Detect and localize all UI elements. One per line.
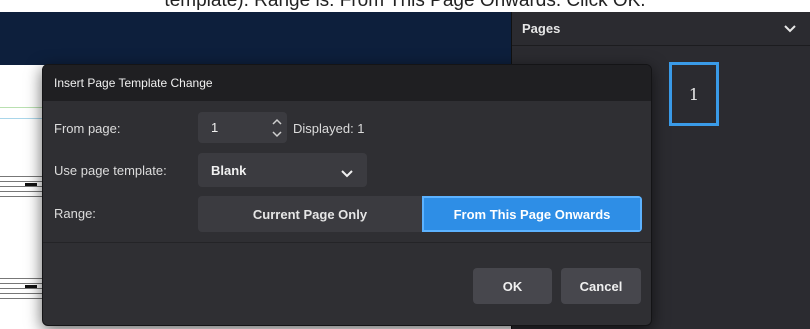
- spin-down-icon[interactable]: [271, 128, 283, 140]
- dialog-divider: [43, 242, 651, 243]
- instruction-text: template). Range is: From This Page Onwa…: [164, 0, 646, 11]
- page-thumbnail[interactable]: 1: [669, 62, 719, 126]
- dialog-title: Insert Page Template Change: [54, 76, 213, 90]
- document-header: [0, 12, 511, 65]
- from-page-label: From page:: [54, 121, 121, 136]
- use-page-template-label: Use page template:: [54, 163, 167, 178]
- cancel-button[interactable]: Cancel: [561, 268, 641, 304]
- range-current-page-only-button[interactable]: Current Page Only: [198, 196, 422, 232]
- displayed-page-text: Displayed: 1: [293, 121, 365, 136]
- range-label: Range:: [54, 206, 96, 221]
- page-thumbnail-number: 1: [688, 84, 700, 104]
- chevron-down-icon[interactable]: [784, 24, 796, 33]
- page-template-dropdown[interactable]: Blank: [198, 153, 367, 187]
- range-segmented-control: Current Page Only From This Page Onwards: [198, 196, 642, 232]
- page-template-selected: Blank: [211, 163, 247, 178]
- dialog-title-bar[interactable]: Insert Page Template Change: [43, 65, 651, 101]
- instruction-banner: template). Range is: From This Page Onwa…: [0, 0, 810, 12]
- from-page-spinbox[interactable]: 1: [198, 112, 287, 143]
- range-from-this-page-onwards-button[interactable]: From This Page Onwards: [422, 196, 642, 232]
- from-page-value: 1: [211, 120, 219, 135]
- chevron-down-icon: [341, 165, 353, 183]
- pages-panel-title: Pages: [522, 21, 561, 36]
- rest-symbol: [25, 183, 37, 186]
- rest-symbol: [25, 285, 37, 288]
- insert-page-template-change-dialog: Insert Page Template Change From page: 1…: [42, 64, 652, 326]
- spin-up-icon[interactable]: [271, 115, 283, 127]
- pages-panel-header[interactable]: Pages: [512, 12, 810, 46]
- ok-button[interactable]: OK: [473, 268, 552, 304]
